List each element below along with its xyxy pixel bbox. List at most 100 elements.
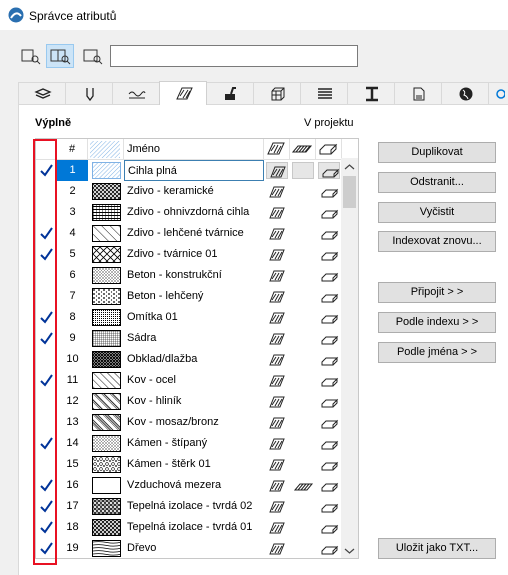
cut-fill-icon[interactable]: [266, 393, 288, 410]
cut-fill-icon[interactable]: [266, 372, 288, 389]
cover-fill-icon[interactable]: [292, 456, 314, 473]
fill-name[interactable]: Beton - lehčený: [124, 286, 264, 307]
drafting-fill-icon[interactable]: [318, 246, 340, 263]
cut-fill-icon[interactable]: [266, 435, 288, 452]
fill-name[interactable]: Tepelná izolace - tvrdá 01: [124, 517, 264, 538]
table-row[interactable]: 3 Zdivo - ohnivzdorná cihla: [36, 202, 342, 223]
tab-building-materials[interactable]: [253, 82, 301, 104]
tab-globe[interactable]: [441, 82, 489, 104]
cover-fill-icon[interactable]: [292, 183, 314, 200]
fill-name[interactable]: Zdivo - keramické: [124, 181, 264, 202]
scroll-up-icon[interactable]: [344, 163, 355, 171]
fill-name[interactable]: Zdivo - ohnivzdorná cihla: [124, 202, 264, 223]
table-row[interactable]: 18 Tepelná izolace - tvrdá 01: [36, 517, 342, 538]
fill-name[interactable]: Obklad/dlažba: [124, 349, 264, 370]
cut-fill-icon[interactable]: [266, 477, 288, 494]
fill-name[interactable]: Kámen - štěrk 01: [124, 454, 264, 475]
table-row[interactable]: 6 Beton - konstrukční: [36, 265, 342, 286]
fill-name[interactable]: Vzduchová mezera: [124, 475, 264, 496]
drafting-fill-icon[interactable]: [318, 477, 340, 494]
cut-fill-icon[interactable]: [266, 540, 288, 557]
header-num[interactable]: #: [57, 139, 88, 160]
drafting-fill-icon[interactable]: [318, 183, 340, 200]
cover-fill-icon[interactable]: [292, 477, 314, 494]
reindex-button[interactable]: Indexovat znovu...: [378, 231, 496, 252]
table-row[interactable]: 17 Tepelná izolace - tvrdá 02: [36, 496, 342, 517]
scroll-thumb[interactable]: [343, 176, 356, 208]
scroll-down-icon[interactable]: [344, 547, 355, 555]
drafting-fill-icon[interactable]: [318, 309, 340, 326]
table-row[interactable]: 9 Sádra: [36, 328, 342, 349]
cut-fill-icon[interactable]: [266, 204, 288, 221]
fill-name[interactable]: Kov - hliník: [124, 391, 264, 412]
cut-fill-icon[interactable]: [266, 414, 288, 431]
table-row[interactable]: 7 Beton - lehčený: [36, 286, 342, 307]
tab-more[interactable]: [488, 82, 508, 104]
cut-fill-icon[interactable]: [266, 288, 288, 305]
by-index-button[interactable]: Podle indexu > >: [378, 312, 496, 333]
drafting-fill-icon[interactable]: [318, 204, 340, 221]
cut-fill-icon[interactable]: [266, 519, 288, 536]
cover-fill-icon[interactable]: [292, 372, 314, 389]
drafting-fill-icon[interactable]: [318, 372, 340, 389]
fill-name[interactable]: Sádra: [124, 328, 264, 349]
clean-button[interactable]: Vyčistit: [378, 202, 496, 223]
search-input[interactable]: [110, 45, 358, 67]
cover-fill-icon[interactable]: [292, 435, 314, 452]
fill-name[interactable]: Zdivo - tvárnice 01: [124, 244, 264, 265]
fill-name[interactable]: Cihla plná: [124, 160, 264, 181]
cut-fill-icon[interactable]: [266, 246, 288, 263]
cut-fill-icon[interactable]: [266, 456, 288, 473]
cut-fill-icon[interactable]: [266, 309, 288, 326]
fill-name[interactable]: Omítka 01: [124, 307, 264, 328]
header-cover-fill[interactable]: [290, 139, 316, 160]
cover-fill-icon[interactable]: [292, 288, 314, 305]
cover-fill-icon[interactable]: [292, 330, 314, 347]
cover-fill-icon[interactable]: [292, 393, 314, 410]
detail-view-button[interactable]: [78, 44, 106, 68]
table-scrollbar[interactable]: [341, 158, 358, 558]
cut-fill-icon[interactable]: [266, 162, 288, 179]
fill-name[interactable]: Dřevo: [124, 538, 264, 558]
tab-composites[interactable]: [300, 82, 348, 104]
header-drafting-fill[interactable]: [316, 139, 342, 160]
fill-name[interactable]: Zdivo - lehčené tvárnice: [124, 223, 264, 244]
table-row[interactable]: 14 Kámen - štípaný: [36, 433, 342, 454]
drafting-fill-icon[interactable]: [318, 435, 340, 452]
table-row[interactable]: 15 Kámen - štěrk 01: [36, 454, 342, 475]
remove-button[interactable]: Odstranit...: [378, 172, 496, 193]
cover-fill-icon[interactable]: [292, 204, 314, 221]
table-row[interactable]: 5 Zdivo - tvárnice 01: [36, 244, 342, 265]
cover-fill-icon[interactable]: [292, 246, 314, 263]
drafting-fill-icon[interactable]: [318, 414, 340, 431]
tab-fills[interactable]: [159, 81, 207, 105]
cut-fill-icon[interactable]: [266, 498, 288, 515]
tab-layers[interactable]: [18, 82, 66, 104]
drafting-fill-icon[interactable]: [318, 330, 340, 347]
tab-zone-categories[interactable]: [394, 82, 442, 104]
tab-surfaces[interactable]: [206, 82, 254, 104]
table-row[interactable]: 16 Vzduchová mezera: [36, 475, 342, 496]
drafting-fill-icon[interactable]: [318, 540, 340, 557]
cover-fill-icon[interactable]: [292, 414, 314, 431]
drafting-fill-icon[interactable]: [318, 393, 340, 410]
cut-fill-icon[interactable]: [266, 267, 288, 284]
tab-pens[interactable]: [65, 82, 113, 104]
table-row[interactable]: 4 Zdivo - lehčené tvárnice: [36, 223, 342, 244]
table-row[interactable]: 12 Kov - hliník: [36, 391, 342, 412]
table-row[interactable]: 13 Kov - mosaz/bronz: [36, 412, 342, 433]
header-swatch[interactable]: [88, 139, 124, 160]
cover-fill-icon[interactable]: [292, 498, 314, 515]
fill-name[interactable]: Tepelná izolace - tvrdá 02: [124, 496, 264, 517]
drafting-fill-icon[interactable]: [318, 351, 340, 368]
tab-profiles[interactable]: [347, 82, 395, 104]
table-row[interactable]: 1 Cihla plná: [36, 160, 342, 181]
cover-fill-icon[interactable]: [292, 225, 314, 242]
duplicate-button[interactable]: Duplikovat: [378, 142, 496, 163]
cut-fill-icon[interactable]: [266, 351, 288, 368]
by-name-button[interactable]: Podle jména > >: [378, 342, 496, 363]
drafting-fill-icon[interactable]: [318, 519, 340, 536]
drafting-fill-icon[interactable]: [318, 225, 340, 242]
cover-fill-icon[interactable]: [292, 351, 314, 368]
fill-name[interactable]: Kámen - štípaný: [124, 433, 264, 454]
